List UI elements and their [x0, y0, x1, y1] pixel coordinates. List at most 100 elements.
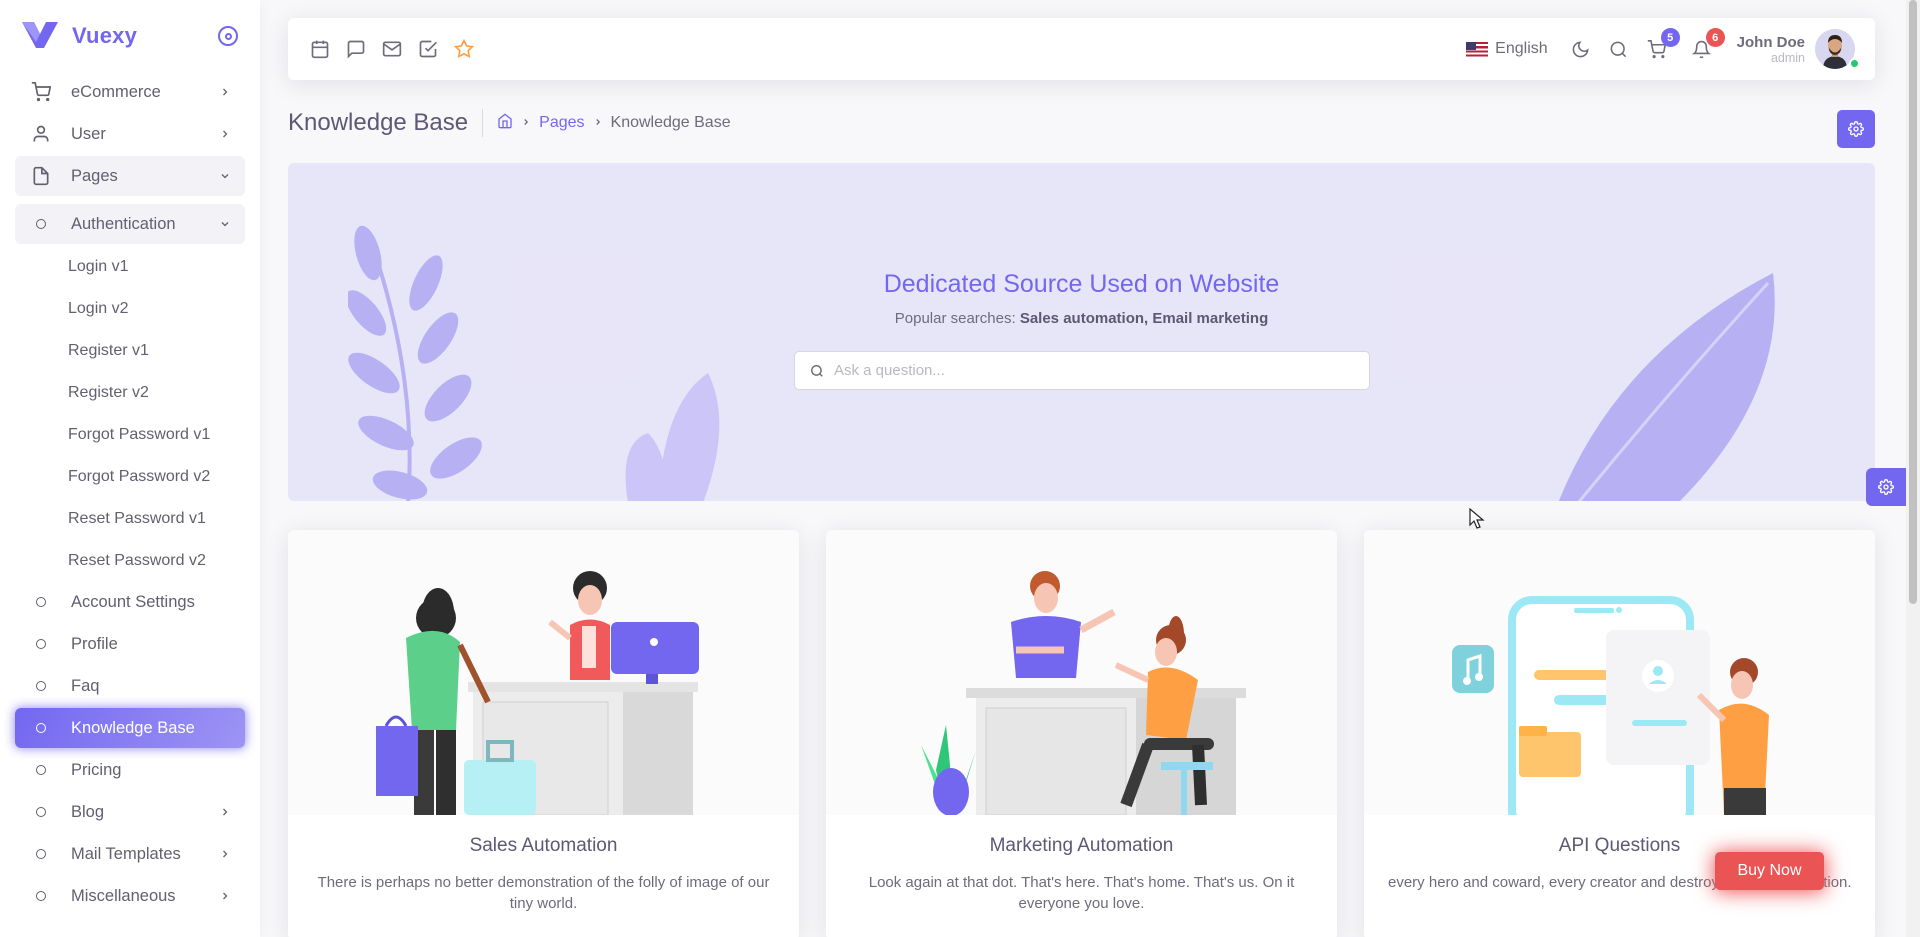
- gear-icon: [1848, 121, 1864, 137]
- online-status-dot: [1849, 58, 1860, 69]
- sidebar-subitem-forgot-password-v2[interactable]: Forgot Password v2: [15, 456, 245, 498]
- chevron-right-icon: [218, 805, 232, 819]
- search-input[interactable]: [834, 362, 1334, 379]
- plant-decoration-icon: [625, 373, 720, 501]
- scrollbar-thumb[interactable]: [1909, 0, 1917, 604]
- sidebar-subitem-forgot-password-v1[interactable]: Forgot Password v1: [15, 414, 245, 456]
- sidebar-item-label: Pages: [71, 166, 118, 185]
- circle-icon: [30, 591, 52, 613]
- circle-icon: [30, 717, 52, 739]
- chevron-right-icon: [593, 114, 603, 132]
- search-box[interactable]: [794, 351, 1370, 390]
- sidebar-item-label: User: [71, 124, 106, 143]
- user-name: John Doe: [1736, 33, 1805, 51]
- moon-icon[interactable]: [1569, 37, 1593, 61]
- customizer-toggle-button[interactable]: [1866, 468, 1906, 506]
- search-icon[interactable]: [1607, 37, 1631, 61]
- vuexy-logo-icon: [22, 22, 58, 48]
- circle-icon: [30, 633, 52, 655]
- sidebar-item-pricing[interactable]: Pricing: [15, 750, 245, 790]
- chevron-down-icon: [218, 217, 232, 231]
- cart-badge: 5: [1660, 28, 1680, 47]
- sidebar-item-pages[interactable]: Pages: [15, 156, 245, 196]
- brand-name: Vuexy: [72, 23, 138, 48]
- sidebar-item-label: Miscellaneous: [71, 886, 176, 905]
- sidebar-item-mail-templates[interactable]: Mail Templates: [15, 834, 245, 874]
- gear-icon: [1878, 479, 1894, 495]
- sidebar-subitem-login-v2[interactable]: Login v2: [15, 288, 245, 330]
- kb-card-marketing-automation[interactable]: Marketing Automation Look again at that …: [826, 530, 1337, 937]
- calendar-icon[interactable]: [308, 37, 332, 61]
- sidebar-item-label: Account Settings: [71, 592, 195, 611]
- chevron-right-icon: [218, 127, 232, 141]
- circle-icon: [30, 213, 52, 235]
- chevron-right-icon: [218, 85, 232, 99]
- sidebar-item-label: eCommerce: [71, 82, 161, 101]
- user-dropdown[interactable]: John Doe admin: [1737, 29, 1855, 69]
- header-settings-button[interactable]: [1837, 110, 1875, 148]
- home-icon[interactable]: [497, 112, 513, 134]
- popular-searches: Popular searches: Sales automation, Emai…: [288, 310, 1875, 327]
- sales-people-illustration-icon: [376, 571, 699, 816]
- sidebar-subitem-reset-password-v2[interactable]: Reset Password v2: [15, 540, 245, 582]
- file-icon: [30, 165, 52, 187]
- sidebar-item-label: Blog: [71, 802, 105, 821]
- shopping-cart-icon: [30, 81, 52, 103]
- chevron-down-icon: [218, 169, 232, 183]
- leaf-decoration-icon: [348, 225, 482, 501]
- circle-icon: [30, 759, 52, 781]
- sidebar-item-profile[interactable]: Profile: [15, 624, 245, 664]
- chevron-right-icon: [521, 114, 531, 132]
- sidebar-item-blog[interactable]: Blog: [15, 792, 245, 832]
- notification-badge: 6: [1705, 28, 1725, 47]
- user-icon: [30, 123, 52, 145]
- buy-now-button[interactable]: Buy Now: [1715, 852, 1824, 890]
- sidebar-item-account-settings[interactable]: Account Settings: [15, 582, 245, 622]
- star-icon[interactable]: [452, 37, 476, 61]
- sidebar-item-label: Pricing: [71, 760, 122, 779]
- check-square-icon[interactable]: [416, 37, 440, 61]
- user-role: admin: [1770, 50, 1805, 65]
- sidebar-item-label: Profile: [71, 634, 118, 653]
- sidebar-subitem-register-v1[interactable]: Register v1: [15, 330, 245, 372]
- sidebar-toggle-icon[interactable]: [218, 26, 238, 46]
- sidebar-item-faq[interactable]: Faq: [15, 666, 245, 706]
- sidebar-item-label: Knowledge Base: [71, 718, 195, 737]
- sidebar-item-user[interactable]: User: [15, 114, 245, 154]
- top-navbar: English 5 6 John Doe admin: [288, 18, 1875, 80]
- hero-title: Dedicated Source Used on Website: [883, 270, 1280, 298]
- breadcrumb-current: Knowledge Base: [610, 114, 731, 131]
- api-questions-illustration: [1364, 530, 1875, 834]
- popular-searches-label: Popular searches:: [894, 310, 1016, 327]
- chevron-right-icon: [218, 847, 232, 861]
- chevron-right-icon: [218, 889, 232, 903]
- sidebar-subitem-login-v1[interactable]: Login v1: [15, 246, 245, 288]
- circle-icon: [30, 843, 52, 865]
- sales-automation-illustration: [288, 530, 799, 816]
- sidebar-subitem-reset-password-v1[interactable]: Reset Password v1: [15, 498, 245, 540]
- brand[interactable]: Vuexy: [0, 0, 260, 72]
- chat-icon[interactable]: [344, 37, 368, 61]
- page-title: Knowledge Base: [288, 109, 484, 137]
- sidebar: Vuexy eCommerce User Pages Authenticatio…: [0, 0, 260, 937]
- circle-icon: [30, 801, 52, 823]
- sidebar-item-authentication[interactable]: Authentication: [15, 204, 245, 244]
- notifications-button[interactable]: 6: [1690, 28, 1725, 61]
- sidebar-item-miscellaneous[interactable]: Miscellaneous: [15, 876, 245, 916]
- cart-button[interactable]: 5: [1645, 28, 1680, 61]
- card-text: There is perhaps no better demonstration…: [317, 874, 770, 912]
- popular-searches-terms[interactable]: Sales automation, Email marketing: [1020, 310, 1268, 327]
- knowledge-base-hero: Dedicated Source Used on Website Popular…: [288, 163, 1875, 501]
- page-scrollbar[interactable]: [1906, 0, 1920, 937]
- kb-card-sales-automation[interactable]: Sales Automation There is perhaps no bet…: [288, 530, 799, 937]
- language-dropdown[interactable]: English: [1466, 40, 1548, 58]
- us-flag-icon: [1466, 41, 1489, 57]
- marketing-automation-illustration: [826, 530, 1337, 816]
- mail-icon[interactable]: [380, 37, 404, 61]
- breadcrumb-pages[interactable]: Pages: [539, 114, 584, 132]
- sidebar-subitem-register-v2[interactable]: Register v2: [15, 372, 245, 414]
- breadcrumb: Pages Knowledge Base: [483, 112, 731, 134]
- sidebar-item-ecommerce[interactable]: eCommerce: [15, 72, 245, 112]
- circle-icon: [30, 675, 52, 697]
- sidebar-item-knowledge-base[interactable]: Knowledge Base: [15, 708, 245, 748]
